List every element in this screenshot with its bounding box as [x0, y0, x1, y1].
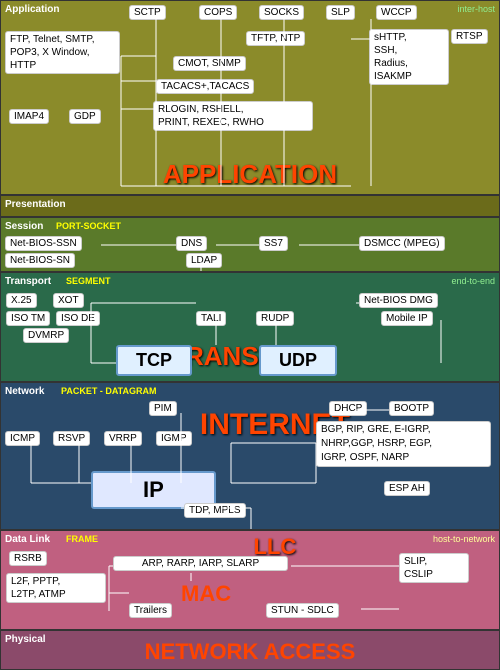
presentation-label: Presentation — [5, 199, 66, 210]
rlogin-box: RLOGIN, RSHELL,PRINT, REXEC, RWHO — [153, 101, 313, 131]
presentation-layer: Presentation — [0, 195, 500, 217]
udp-box: UDP — [259, 345, 337, 376]
transport-layer: Transport SEGMENT end-to-end TRANSPORT X… — [0, 272, 500, 382]
arp-box: ARP, RARP, IARP, SLARP — [113, 556, 288, 571]
esp-ah-box: ESP AH — [384, 481, 430, 496]
dsmcc-box: DSMCC (MPEG) — [359, 236, 445, 251]
stun-sdlc-box: STUN - SDLC — [266, 603, 339, 618]
l2f-box: L2F, PPTP,L2TP, ATMP — [6, 573, 106, 603]
network-layer: Network PACKET - DATAGRAM INTERNET PIM D… — [0, 382, 500, 530]
mac-label: MAC — [181, 581, 231, 607]
packet-label: PACKET - DATAGRAM — [61, 386, 157, 396]
netbios-sn-box: Net-BIOS-SN — [5, 253, 75, 268]
tdp-mpls-box: TDP, MPLS — [184, 503, 246, 518]
bootp-box: BOOTP — [389, 401, 434, 416]
dvmrp-box: DVMRP — [23, 328, 69, 343]
icmp-box: ICMP — [5, 431, 40, 446]
mobile-ip-box: Mobile IP — [381, 311, 433, 326]
end-to-end-label: end-to-end — [451, 276, 495, 286]
ftp-box: FTP, Telnet, SMTP,POP3, X Window,HTTP — [5, 31, 120, 74]
imap4-box: IMAP4 — [9, 109, 49, 124]
cops-box: COPS — [199, 5, 237, 20]
netbios-dmg-box: Net-BIOS DMG — [359, 293, 438, 308]
pim-box: PIM — [149, 401, 177, 416]
transport-label: Transport — [5, 276, 51, 287]
tali-box: TALI — [196, 311, 226, 326]
application-label: Application — [5, 4, 59, 15]
gdp-box: GDP — [69, 109, 101, 124]
rsrb-box: RSRB — [9, 551, 47, 566]
rtsp-box: RTSP — [451, 29, 488, 44]
dhcp-box: DHCP — [329, 401, 367, 416]
network-access-big-label: NETWORK ACCESS — [145, 639, 356, 665]
physical-layer: Physical NETWORK ACCESS — [0, 630, 500, 670]
inter-host-label: inter-host — [457, 4, 495, 14]
sctp-box: SCTP — [129, 5, 166, 20]
iso-de-box: ISO DE — [56, 311, 100, 326]
frame-label: FRAME — [66, 534, 98, 544]
netbios-ssn-box: Net-BIOS-SSN — [5, 236, 82, 251]
ldap-box: LDAP — [186, 253, 222, 268]
xot-box: XOT — [53, 293, 84, 308]
session-label: Session — [5, 221, 43, 232]
rsvp-box: RSVP — [53, 431, 90, 446]
physical-label: Physical — [5, 634, 46, 645]
iso-tm-box: ISO TM — [6, 311, 50, 326]
igmp-box: IGMP — [156, 431, 192, 446]
x25-box: X.25 — [6, 293, 37, 308]
tcp-box: TCP — [116, 345, 192, 376]
dns-box: DNS — [176, 236, 207, 251]
trailers-box: Trailers — [129, 603, 172, 618]
cmot-box: CMOT, SNMP — [173, 56, 246, 71]
rudp-box: RUDP — [256, 311, 294, 326]
ss7-box: SS7 — [259, 236, 288, 251]
session-layer: Session PORT-SOCKET Net-BIOS-SSN Net-BIO… — [0, 217, 500, 272]
bgp-box: BGP, RIP, GRE, E-IGRP,NHRP,GGP, HSRP, EG… — [316, 421, 491, 467]
network-label: Network — [5, 386, 44, 397]
vrrp-box: VRRP — [104, 431, 142, 446]
tftp-box: TFTP, NTP — [246, 31, 305, 46]
wccp-box: WCCP — [376, 5, 417, 20]
slp-box: SLP — [326, 5, 355, 20]
slip-box: SLIP,CSLIP — [399, 553, 469, 583]
datalink-label: Data Link — [5, 534, 50, 545]
segment-label: SEGMENT — [66, 276, 111, 286]
tacacs-box: TACACS+,TACACS — [156, 79, 254, 94]
host-to-network-label: host-to-network — [433, 534, 495, 544]
port-socket-label: PORT-SOCKET — [56, 221, 121, 231]
datalink-layer: Data Link FRAME host-to-network LLC RSRB… — [0, 530, 500, 630]
application-big-label: APPLICATION — [163, 159, 337, 190]
shttp-box: sHTTP,SSH,Radius,ISAKMP — [369, 29, 449, 85]
socks-box: SOCKS — [259, 5, 304, 20]
application-layer: Application inter-host APPLICATION SCTP … — [0, 0, 500, 195]
